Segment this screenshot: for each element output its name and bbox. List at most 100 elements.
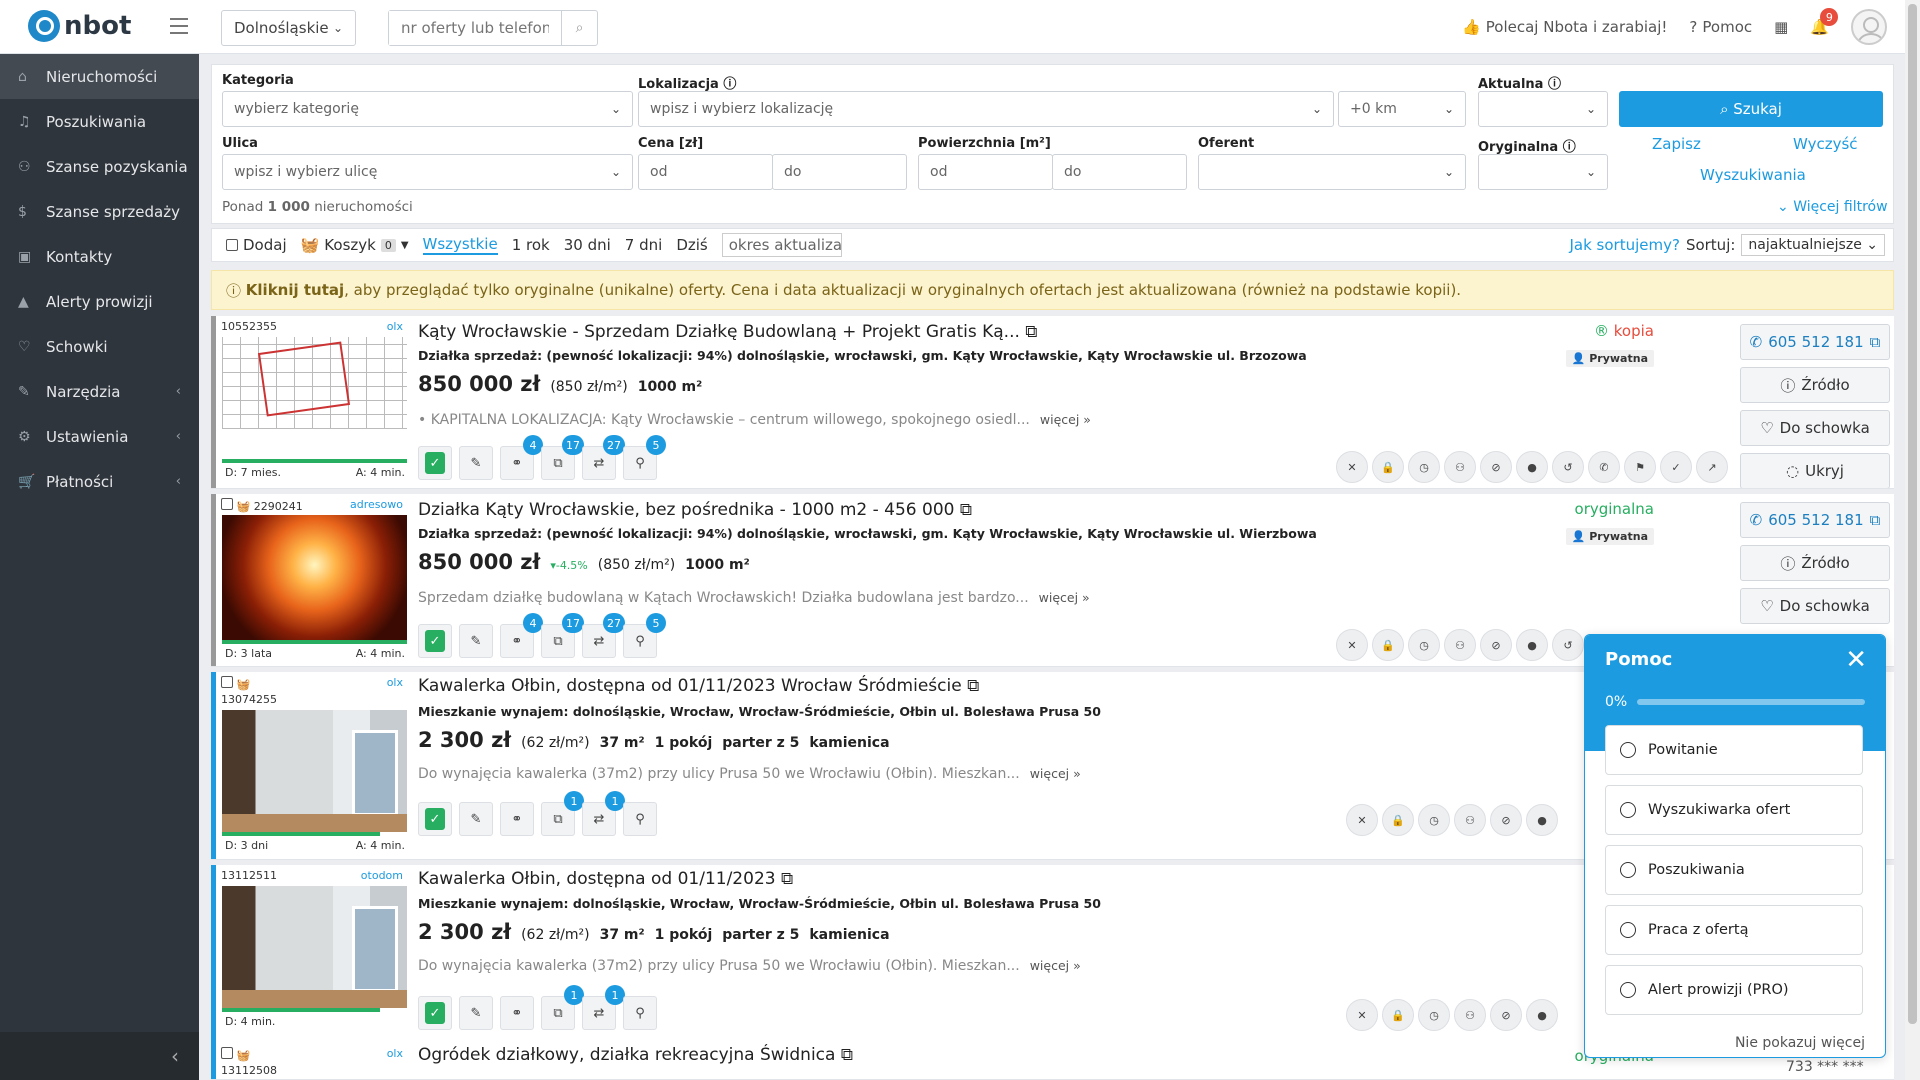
period-7-days[interactable]: 7 dni	[625, 236, 663, 254]
history-button[interactable]: ⇄ 27	[582, 435, 625, 480]
ban-icon[interactable]: ⊘	[1480, 629, 1512, 661]
listing-source[interactable]: otodom	[361, 869, 403, 886]
sidebar-item-alerty[interactable]: ▲ Alerty prowizji	[0, 279, 199, 324]
related-button[interactable]: ⚭	[500, 996, 534, 1030]
checkbox-icon[interactable]	[221, 498, 233, 510]
lock-icon[interactable]: 🔒	[1372, 451, 1404, 483]
copies-button[interactable]: ⧉ 17	[541, 613, 584, 658]
more-link[interactable]: więcej »	[1030, 958, 1081, 973]
close-icon[interactable]: ✕	[1845, 645, 1867, 675]
powierzchnia-od-input[interactable]: od	[918, 154, 1053, 190]
user-icon[interactable]: ●	[1516, 629, 1548, 661]
clock-icon[interactable]: ◷	[1408, 451, 1440, 483]
phone-button[interactable]: ✆ 605 512 181 ⧉	[1740, 502, 1890, 538]
ban-icon[interactable]: ⊘	[1490, 999, 1522, 1031]
aktualna-select[interactable]: ⌄	[1478, 91, 1608, 127]
favorite-button[interactable]: ♡ Do schowka	[1740, 410, 1890, 446]
share-icon[interactable]: ↗	[1696, 451, 1728, 483]
phone-masked[interactable]: 733 *** ***	[1786, 1059, 1864, 1075]
ban-icon[interactable]: ⊘	[1490, 804, 1522, 836]
help-link[interactable]: ? Pomoc	[1689, 18, 1752, 36]
check-button[interactable]: ✓	[418, 996, 452, 1030]
link-button[interactable]: ⚲	[623, 996, 657, 1030]
check-button[interactable]: ✓	[418, 446, 452, 480]
edit-button[interactable]: ✎	[459, 446, 493, 480]
flag-icon[interactable]: ⚑	[1624, 451, 1656, 483]
listing-title[interactable]: Kąty Wrocławskie - Sprzedam Działkę Budo…	[418, 322, 1037, 342]
source-button[interactable]: ⓘ Źródło	[1740, 367, 1890, 403]
checkbox-icon[interactable]	[221, 676, 233, 688]
koszyk-dropdown[interactable]: 🧺 Koszyk 0 ▼	[301, 236, 409, 254]
copies-button[interactable]: ⧉ 17	[541, 435, 584, 480]
lock-icon[interactable]: 🔒	[1382, 804, 1414, 836]
period-all[interactable]: Wszystkie	[422, 235, 498, 255]
related-button[interactable]: ⚭	[500, 802, 534, 836]
favorite-button[interactable]: ♡ Do schowka	[1740, 588, 1890, 624]
search-icon[interactable]: ⌕	[561, 11, 597, 45]
link-button[interactable]: ⚲ 5	[623, 435, 666, 480]
close-icon[interactable]: ✕	[1336, 629, 1368, 661]
calendar-icon[interactable]: ▦	[1774, 18, 1788, 36]
search-button[interactable]: ⌕ Szukaj	[1619, 91, 1883, 127]
clock-icon[interactable]: ◷	[1408, 629, 1440, 661]
link-button[interactable]: ⚲ 5	[623, 613, 666, 658]
sidebar-item-szanse-pozyskania[interactable]: ⚇ Szanse pozyskania	[0, 144, 199, 189]
source-button[interactable]: ⓘ Źródło	[1740, 545, 1890, 581]
user-minus-icon[interactable]: ⚇	[1454, 999, 1486, 1031]
listing-title[interactable]: Ogródek działkowy, działka rekreacyjna Ś…	[418, 1045, 853, 1065]
radius-select[interactable]: +0 km ⌄	[1338, 91, 1466, 127]
scrollbar[interactable]	[1905, 0, 1920, 1080]
user-icon[interactable]: ●	[1526, 804, 1558, 836]
history-button[interactable]: ⇄ 1	[582, 985, 625, 1030]
wyczysc-link[interactable]: Wyczyść	[1793, 135, 1858, 153]
how-sort-link[interactable]: Jak sortujemy?	[1569, 236, 1679, 254]
link-button[interactable]: ⚲	[623, 802, 657, 836]
cena-do-input[interactable]: do	[772, 154, 907, 190]
close-icon[interactable]: ✕	[1346, 804, 1378, 836]
ulica-select[interactable]: wpisz i wybierz ulicę ⌄	[222, 154, 633, 190]
sidebar-item-kontakty[interactable]: ▣ Kontakty	[0, 234, 199, 279]
cena-od-input[interactable]: od	[638, 154, 773, 190]
check-button[interactable]: ✓	[418, 802, 452, 836]
copies-button[interactable]: ⧉ 1	[541, 791, 584, 836]
edit-button[interactable]: ✎	[459, 996, 493, 1030]
listing-title[interactable]: Działka Kąty Wrocławskie, bez pośrednika…	[418, 500, 972, 520]
period-today[interactable]: Dziś	[676, 236, 707, 254]
history-button[interactable]: ⇄ 27	[582, 613, 625, 658]
close-icon[interactable]: ✕	[1346, 999, 1378, 1031]
copies-button[interactable]: ⧉ 1	[541, 985, 584, 1030]
period-30-days[interactable]: 30 dni	[564, 236, 611, 254]
recommend-link[interactable]: 👍 Polecaj Nbota i zarabiaj!	[1462, 18, 1667, 36]
powierzchnia-do-input[interactable]: do	[1052, 154, 1187, 190]
lock-icon[interactable]: 🔒	[1382, 999, 1414, 1031]
user-minus-icon[interactable]: ⚇	[1444, 629, 1476, 661]
undo-icon[interactable]: ↺	[1552, 451, 1584, 483]
oferent-select[interactable]: ⌄	[1198, 154, 1466, 190]
dont-show-again-link[interactable]: Nie pokazuj więcej	[1735, 1035, 1865, 1051]
user-minus-icon[interactable]: ⚇	[1454, 804, 1486, 836]
user-minus-icon[interactable]: ⚇	[1444, 451, 1476, 483]
original-offers-notice[interactable]: ⓘ Kliknij tutaj, aby przeglądać tylko or…	[211, 270, 1894, 310]
clock-icon[interactable]: ◷	[1418, 999, 1450, 1031]
edit-button[interactable]: ✎	[459, 624, 493, 658]
zapisz-link[interactable]: Zapisz	[1652, 135, 1701, 153]
sidebar-item-poszukiwania[interactable]: ♫ Poszukiwania	[0, 99, 199, 144]
more-link[interactable]: więcej »	[1040, 412, 1091, 427]
checkbox-icon[interactable]	[221, 1047, 233, 1059]
logo[interactable]: nbot	[28, 10, 131, 42]
close-icon[interactable]: ✕	[1336, 451, 1368, 483]
undo-icon[interactable]: ↺	[1552, 629, 1584, 661]
related-button[interactable]: ⚭ 4	[500, 435, 543, 480]
menu-toggle-icon[interactable]	[170, 18, 188, 39]
check-icon[interactable]: ✓	[1660, 451, 1692, 483]
scrollbar-thumb[interactable]	[1908, 4, 1917, 1024]
ban-icon[interactable]: ⊘	[1480, 451, 1512, 483]
hide-button[interactable]: ◌ Ukryj	[1740, 453, 1890, 488]
listing-image[interactable]	[222, 886, 407, 1008]
update-period-input[interactable]: okres aktualizacji	[721, 233, 842, 257]
listing-image[interactable]	[222, 710, 407, 832]
clock-icon[interactable]: ◷	[1418, 804, 1450, 836]
listing-image[interactable]	[222, 515, 407, 640]
notice-link[interactable]: Kliknij tutaj	[246, 281, 344, 299]
notifications-button[interactable]: 🔔 9	[1810, 8, 1839, 36]
